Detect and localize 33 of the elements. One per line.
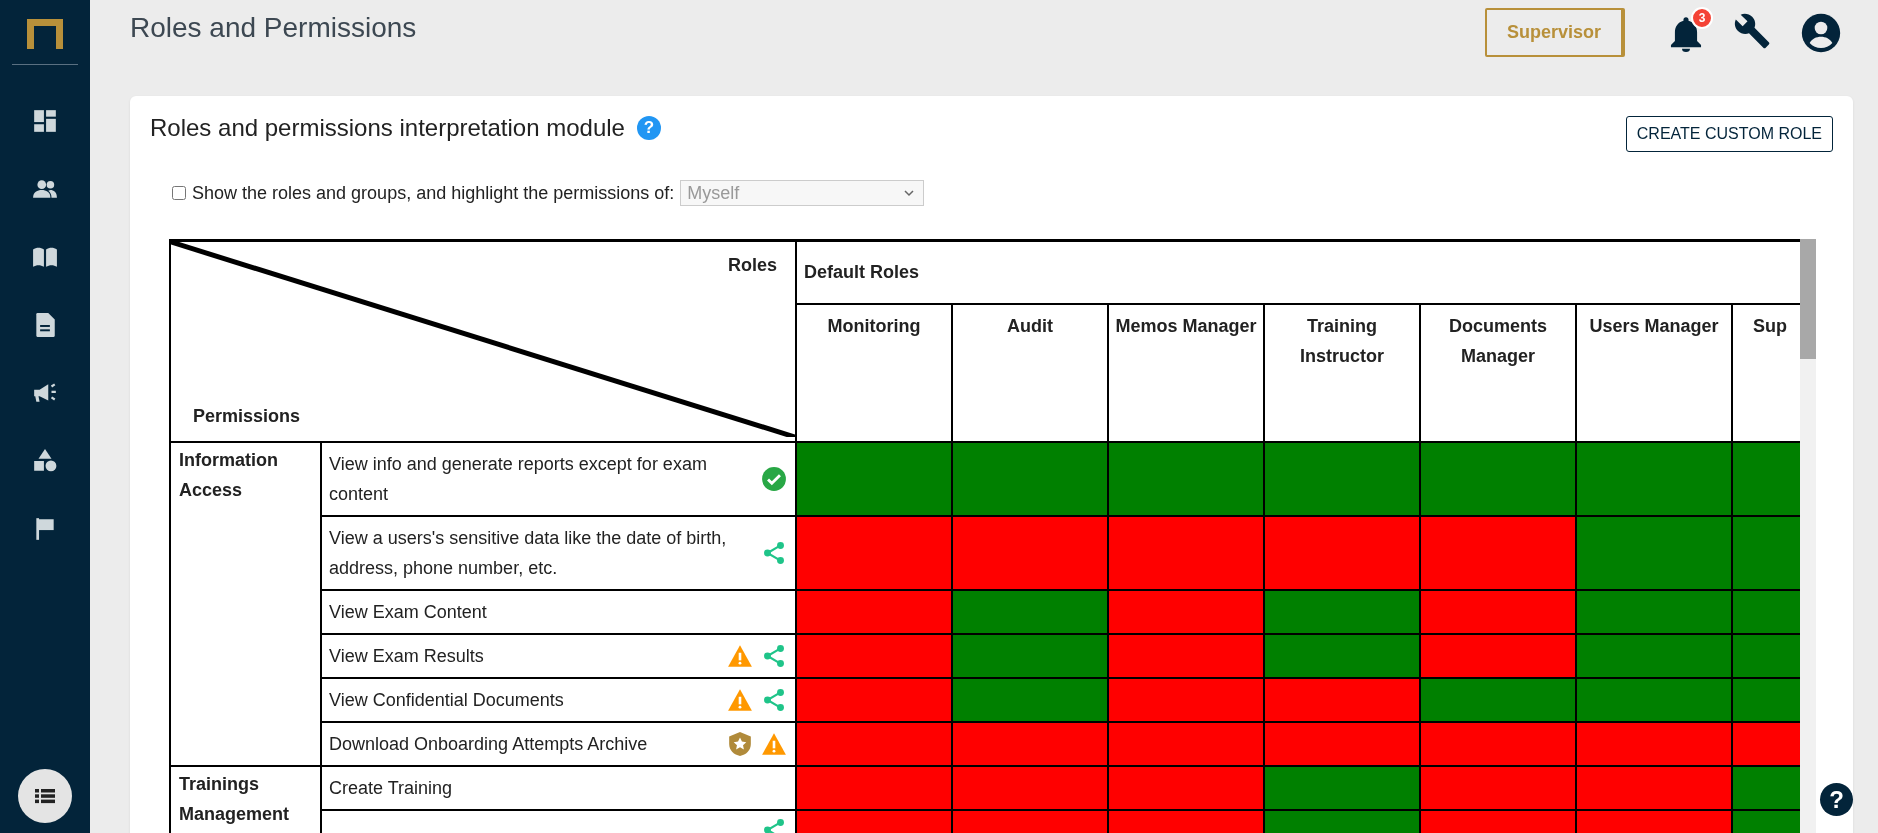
show-roles-checkbox[interactable] [172, 186, 186, 200]
permission-name: View info and generate reports except for exam content [329, 452, 708, 506]
dashboard-icon[interactable] [32, 108, 58, 134]
permissions-axis-label: Permissions [193, 406, 301, 427]
column-header: Audit [952, 303, 1108, 442]
column-header: Users Manager [1576, 303, 1732, 442]
permission-name: View a users's sensitive data like the date of birth, address, phone number, etc. [329, 526, 728, 580]
card-title: Roles and permissions interpretation module [150, 114, 625, 142]
sidebar-toggle-button[interactable] [18, 769, 72, 823]
permission-name: Download Onboarding Attempts Archive [329, 732, 648, 756]
permission-name: View Exam Content [329, 600, 487, 624]
user-avatar-icon[interactable] [1801, 12, 1841, 53]
shapes-icon[interactable] [32, 448, 58, 474]
roles-axis-label: Roles [727, 255, 777, 276]
column-header: Training Instructor [1264, 303, 1420, 442]
group-cell: Information Access [170, 441, 321, 766]
help-icon[interactable]: ? [636, 116, 661, 140]
filter-label: Show the roles and groups, and highlight the permissions of: [192, 182, 675, 204]
create-custom-role-button[interactable]: CREATE CUSTOM ROLE [1625, 116, 1833, 152]
permission-name: View Confidential Documents [329, 688, 564, 712]
column-header: Memos Manager [1108, 303, 1264, 442]
person-select[interactable]: Myself [680, 180, 925, 206]
permission-name: View Exam Results [329, 644, 484, 668]
notification-badge: 3 [1691, 6, 1713, 29]
scrollbar-thumb[interactable] [1800, 239, 1817, 359]
logo-icon[interactable] [27, 19, 63, 49]
chevron-down-icon [903, 187, 916, 199]
column-header: Monitoring [796, 303, 952, 442]
role-button[interactable]: Supervisor [1484, 8, 1625, 57]
page-title: Roles and Permissions [130, 12, 417, 44]
group-cell: Trainings Management [170, 765, 321, 833]
permission-name: Create Training [329, 776, 453, 800]
column-header: Documents Manager [1420, 303, 1576, 442]
